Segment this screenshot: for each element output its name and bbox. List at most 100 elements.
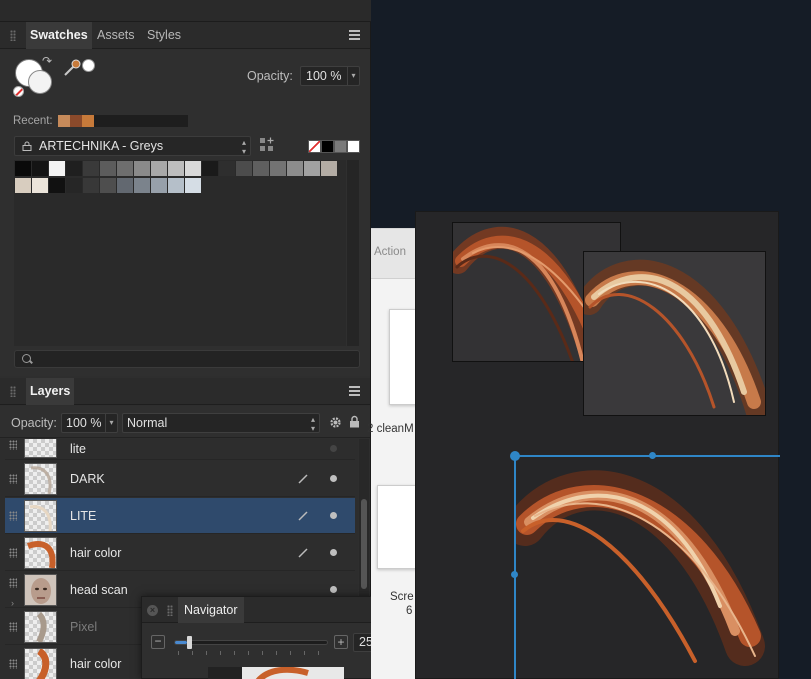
color-swatch[interactable]	[66, 161, 82, 176]
visibility-toggle[interactable]	[330, 549, 337, 556]
quick-color-swatch[interactable]	[347, 140, 360, 153]
swatches-search-input[interactable]	[14, 350, 360, 368]
blend-mode-select[interactable]: Normal ▴ ▾	[122, 413, 320, 433]
color-swatch[interactable]	[253, 161, 269, 176]
color-swatch[interactable]	[117, 178, 133, 193]
panel-grip-icon[interactable]	[10, 30, 16, 41]
close-icon[interactable]: ×	[147, 605, 158, 616]
drag-handle-icon[interactable]	[9, 622, 17, 632]
color-swatch[interactable]	[32, 178, 48, 193]
tab-swatches[interactable]: Swatches	[26, 22, 92, 49]
color-swatch[interactable]	[83, 178, 99, 193]
gear-icon[interactable]	[329, 416, 342, 429]
action-menu[interactable]: Action	[374, 246, 406, 258]
no-color-swatch[interactable]	[308, 140, 321, 153]
color-swatch[interactable]	[168, 161, 184, 176]
opacity-field[interactable]: 100 % ▾	[300, 66, 360, 86]
tab-layers[interactable]: Layers	[26, 378, 75, 405]
navigator-preview[interactable]	[208, 667, 344, 679]
swatches-menu-icon[interactable]	[349, 30, 360, 40]
file-caption[interactable]: Scre	[390, 591, 414, 603]
tab-navigator[interactable]: Navigator	[178, 597, 244, 623]
visibility-toggle[interactable]	[330, 475, 337, 482]
visibility-toggle[interactable]	[330, 586, 337, 593]
layer-row-selected[interactable]: LITE	[5, 498, 355, 534]
color-swatch[interactable]	[151, 161, 167, 176]
add-palette-icon[interactable]	[259, 137, 275, 153]
color-swatch[interactable]	[100, 161, 116, 176]
chevron-down-icon[interactable]: ▾	[105, 414, 117, 432]
panels-column: Swatches Assets Styles ↷ Opacity: 100 % …	[0, 0, 371, 679]
no-fill-icon[interactable]	[13, 86, 24, 97]
color-swatch[interactable]	[270, 161, 286, 176]
zoom-in-button[interactable]: +	[334, 635, 348, 649]
lock-icon[interactable]	[349, 415, 360, 428]
visibility-toggle[interactable]	[330, 512, 337, 519]
artboard-hair-2[interactable]	[583, 251, 766, 416]
quick-color-swatch[interactable]	[334, 140, 347, 153]
layer-row[interactable]: DARK	[5, 461, 355, 497]
color-swatch[interactable]	[134, 178, 150, 193]
color-swatch[interactable]	[49, 178, 65, 193]
layer-opacity-field[interactable]: 100 % ▾	[61, 413, 118, 433]
color-swatch[interactable]	[83, 161, 99, 176]
color-swatch[interactable]	[32, 161, 48, 176]
blend-mode-value: Normal	[127, 416, 168, 430]
file-caption[interactable]: 2 cleanM	[367, 423, 414, 435]
palette-select[interactable]: ARTECHNIKA - Greys ▴ ▾	[14, 136, 251, 156]
color-swatch[interactable]	[202, 161, 218, 176]
file-thumbnail[interactable]	[377, 485, 417, 569]
layers-menu-icon[interactable]	[349, 386, 360, 396]
drag-handle-icon[interactable]	[9, 511, 17, 521]
color-swatch[interactable]	[117, 161, 133, 176]
panel-grip-icon[interactable]	[167, 605, 173, 616]
color-swatch[interactable]	[321, 161, 337, 176]
drag-handle-icon[interactable]	[9, 474, 17, 484]
document-canvas[interactable]	[415, 211, 780, 679]
drag-handle-icon[interactable]	[9, 548, 17, 558]
tab-assets[interactable]: Assets	[93, 22, 139, 49]
file-caption[interactable]: 6	[406, 605, 412, 617]
color-swatch[interactable]	[151, 178, 167, 193]
color-swatch[interactable]	[219, 161, 235, 176]
drag-handle-icon[interactable]	[9, 659, 17, 669]
panel-grip-icon[interactable]	[10, 386, 16, 397]
selection-handle-left[interactable]	[511, 571, 518, 578]
color-swatch[interactable]	[287, 161, 303, 176]
selection-handle-top-left[interactable]	[510, 451, 520, 461]
artboard-hair-3[interactable]	[515, 456, 780, 679]
color-swatch[interactable]	[304, 161, 320, 176]
tab-styles[interactable]: Styles	[143, 22, 185, 49]
scrollbar-thumb[interactable]	[361, 499, 367, 589]
color-swatch[interactable]	[15, 161, 31, 176]
drag-handle-icon[interactable]	[9, 440, 17, 450]
recent-color-swatch[interactable]	[82, 115, 94, 127]
color-swatch[interactable]	[66, 178, 82, 193]
swatches-scrollbar[interactable]	[347, 160, 359, 346]
color-picker-icon[interactable]	[62, 58, 82, 78]
recent-color-swatch[interactable]	[70, 115, 82, 127]
color-swatch[interactable]	[15, 178, 31, 193]
opacity-value: 100 %	[306, 69, 342, 83]
color-swatch[interactable]	[134, 161, 150, 176]
zoom-slider[interactable]	[174, 636, 328, 649]
color-swatch[interactable]	[185, 178, 201, 193]
expand-chevron-icon[interactable]: ›	[11, 598, 14, 608]
drag-handle-icon[interactable]	[9, 578, 17, 588]
color-swatch[interactable]	[236, 161, 252, 176]
layer-row[interactable]: lite	[5, 439, 355, 460]
zoom-out-button[interactable]: −	[151, 635, 165, 649]
color-swatch[interactable]	[100, 178, 116, 193]
color-swatch[interactable]	[168, 178, 184, 193]
swap-colors-icon[interactable]: ↷	[42, 54, 52, 68]
visibility-toggle[interactable]	[330, 445, 337, 452]
chevron-down-icon[interactable]: ▾	[347, 67, 359, 85]
quick-color-swatch[interactable]	[321, 140, 334, 153]
layer-row[interactable]: hair color	[5, 535, 355, 571]
selection-handle-top[interactable]	[649, 452, 656, 459]
color-swatch[interactable]	[49, 161, 65, 176]
color-swatch[interactable]	[185, 161, 201, 176]
zoom-slider-handle[interactable]	[187, 636, 193, 649]
recent-color-swatch[interactable]	[58, 115, 70, 127]
stroke-color-well[interactable]	[28, 70, 52, 94]
